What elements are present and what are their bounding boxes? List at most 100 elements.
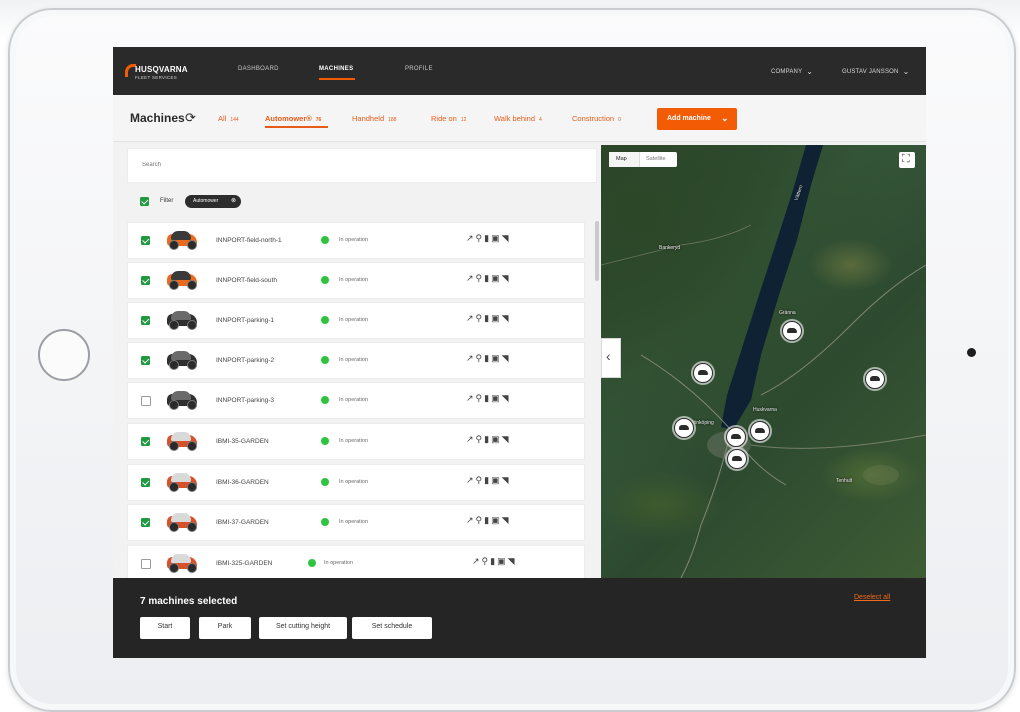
tab-handheld[interactable]: Handheld 188 [352, 114, 396, 123]
wrench-icon[interactable]: ↗ [466, 353, 476, 363]
location-pin-icon[interactable]: ⚲ [476, 515, 485, 525]
tab-label: Walk behind [494, 114, 535, 123]
battery-icon: ◥ [507, 556, 517, 566]
row-checkbox[interactable] [141, 559, 151, 569]
location-pin-icon[interactable]: ⚲ [476, 353, 485, 363]
machine-name[interactable]: IBMI-37-GARDEN [216, 519, 269, 526]
table-row[interactable]: INNPORT-parking-2 In operation ↗⚲▮▣◥ [127, 342, 585, 379]
refresh-icon[interactable]: ⟳ [185, 110, 196, 126]
location-pin-icon[interactable]: ⚲ [476, 233, 485, 243]
deselect-all-link[interactable]: Deselect all [854, 594, 890, 601]
calendar-icon[interactable]: ▣ [497, 556, 508, 566]
wrench-icon[interactable]: ↗ [466, 273, 476, 283]
filter-chip-automower[interactable]: Automower ⊗ [185, 195, 241, 208]
search-field[interactable] [127, 148, 597, 183]
location-pin-icon[interactable]: ⚲ [476, 313, 485, 323]
map-machine-marker[interactable] [750, 421, 770, 441]
tab-walk-behind[interactable]: Walk behind 4 [494, 114, 542, 123]
calendar-icon[interactable]: ▣ [491, 393, 502, 403]
calendar-icon[interactable]: ▣ [491, 434, 502, 444]
satellite-label[interactable]: Satellite [646, 156, 666, 162]
map-machine-marker[interactable] [865, 369, 885, 389]
chip-label: Automower [193, 198, 219, 204]
row-checkbox[interactable] [141, 316, 150, 325]
calendar-icon[interactable]: ▣ [491, 515, 502, 525]
location-pin-icon[interactable]: ⚲ [476, 434, 485, 444]
location-pin-icon[interactable]: ⚲ [482, 556, 491, 566]
select-all-checkbox[interactable] [140, 197, 149, 206]
machine-name[interactable]: IBMI-36-GARDEN [216, 479, 269, 486]
nav-profile[interactable]: PROFILE [405, 66, 433, 72]
calendar-icon[interactable]: ▣ [491, 353, 502, 363]
machine-name[interactable]: IBMI-325-GARDEN [216, 560, 272, 567]
search-input[interactable] [140, 149, 584, 181]
row-actions: ↗⚲▮▣◥ [466, 233, 511, 244]
map-machine-marker[interactable] [727, 449, 747, 469]
table-row[interactable]: INNPORT-parking-3 In operation ↗⚲▮▣◥ [127, 382, 585, 419]
row-checkbox[interactable] [141, 437, 150, 446]
nav-dashboard[interactable]: DASHBOARD [238, 66, 279, 72]
table-row[interactable]: INNPORT-parking-1 In operation ↗⚲▮▣◥ [127, 302, 585, 339]
add-machine-button[interactable]: Add machine ⌄ [657, 108, 737, 130]
table-row[interactable]: INNPORT-field-south In operation ↗⚲▮▣◥ [127, 262, 585, 299]
tab-ride-on[interactable]: Ride on 12 [431, 114, 466, 123]
company-label: COMPANY [771, 69, 803, 75]
table-row[interactable]: IBMI-36-GARDEN In operation ↗⚲▮▣◥ [127, 464, 585, 501]
machine-name[interactable]: INNPORT-field-south [216, 277, 277, 284]
machine-name[interactable]: INNPORT-parking-1 [216, 317, 274, 324]
machine-name[interactable]: INNPORT-parking-3 [216, 397, 274, 404]
set-cutting-height-button[interactable]: Set cutting height [259, 617, 347, 639]
row-checkbox[interactable] [141, 396, 151, 406]
mower-thumbnail [165, 271, 201, 290]
map-machine-marker[interactable] [674, 418, 694, 438]
table-row[interactable]: IBMI-325-GARDEN In operation ↗⚲▮▣◥ [127, 545, 585, 582]
tab-automower[interactable]: Automower® 76 [265, 114, 321, 123]
status-dot-icon [321, 396, 329, 404]
list-scrollbar[interactable] [595, 221, 599, 281]
tab-construction[interactable]: Construction 0 [572, 114, 621, 123]
map-type-toggle[interactable]: Map Satellite [609, 152, 677, 167]
row-checkbox[interactable] [141, 478, 150, 487]
park-button[interactable]: Park [199, 617, 251, 639]
nav-machines[interactable]: MACHINES [319, 66, 353, 72]
collapse-list-button[interactable]: ‹ [601, 338, 621, 378]
location-pin-icon[interactable]: ⚲ [476, 393, 485, 403]
location-pin-icon[interactable]: ⚲ [476, 273, 485, 283]
start-button[interactable]: Start [140, 617, 190, 639]
calendar-icon[interactable]: ▣ [491, 233, 502, 243]
calendar-icon[interactable]: ▣ [491, 313, 502, 323]
add-machine-label: Add machine [667, 115, 711, 122]
calendar-icon[interactable]: ▣ [491, 475, 502, 485]
row-checkbox[interactable] [141, 236, 150, 245]
machine-name[interactable]: INNPORT-parking-2 [216, 357, 274, 364]
wrench-icon[interactable]: ↗ [466, 313, 476, 323]
brand-logo[interactable]: HUSQVARNA FLEET SERVICES [125, 63, 197, 85]
wrench-icon[interactable]: ↗ [466, 475, 476, 485]
fullscreen-button[interactable]: ⛶ [899, 152, 915, 168]
wrench-icon[interactable]: ↗ [466, 434, 476, 444]
calendar-icon[interactable]: ▣ [491, 273, 502, 283]
map-machine-marker[interactable] [726, 427, 746, 447]
close-icon[interactable]: ⊗ [231, 197, 236, 204]
row-actions: ↗⚲▮▣◥ [472, 556, 517, 567]
wrench-icon[interactable]: ↗ [466, 393, 476, 403]
tab-all[interactable]: All 144 [218, 114, 239, 123]
set-schedule-button[interactable]: Set schedule [352, 617, 432, 639]
location-pin-icon[interactable]: ⚲ [476, 475, 485, 485]
row-checkbox[interactable] [141, 518, 150, 527]
wrench-icon[interactable]: ↗ [472, 556, 482, 566]
map-machine-marker[interactable] [782, 321, 802, 341]
row-checkbox[interactable] [141, 276, 150, 285]
machine-name[interactable]: INNPORT-field-north-1 [216, 237, 282, 244]
machines-map[interactable]: Map Satellite ⛶ Vättern Gränna Jönköping… [601, 145, 926, 578]
table-row[interactable]: INNPORT-field-north-1 In operation ↗⚲▮▣◥ [127, 222, 585, 259]
machine-name[interactable]: IBMI-35-GARDEN [216, 438, 269, 445]
wrench-icon[interactable]: ↗ [466, 515, 476, 525]
map-machine-marker[interactable] [693, 363, 713, 383]
user-dropdown[interactable]: GUSTAV JANSSON ⌄ [842, 66, 910, 76]
table-row[interactable]: IBMI-37-GARDEN In operation ↗⚲▮▣◥ [127, 504, 585, 541]
company-dropdown[interactable]: COMPANY ⌄ [771, 66, 813, 76]
row-checkbox[interactable] [141, 356, 150, 365]
wrench-icon[interactable]: ↗ [466, 233, 476, 243]
table-row[interactable]: IBMI-35-GARDEN In operation ↗⚲▮▣◥ [127, 423, 585, 460]
